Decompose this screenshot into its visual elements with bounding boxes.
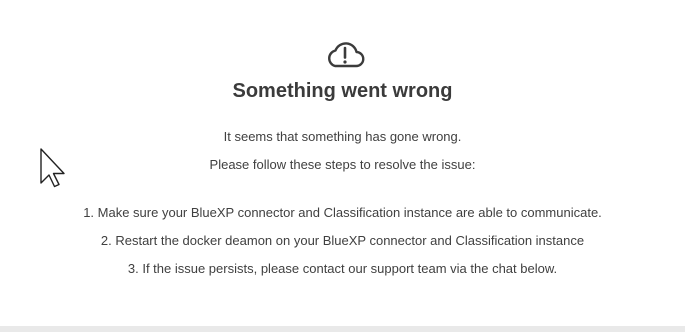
mouse-pointer-icon [40, 148, 65, 188]
error-message-line-1: It seems that something has gone wrong. [223, 129, 462, 144]
resolution-step-1: 1. Make sure your BlueXP connector and C… [83, 205, 602, 220]
cloud-alert-icon [328, 42, 365, 68]
error-title: Something went wrong [232, 80, 453, 102]
bottom-bar [0, 326, 685, 332]
error-message-line-2: Please follow these steps to resolve the… [209, 157, 476, 172]
error-panel: Something went wrong It seems that somet… [0, 0, 685, 326]
resolution-step-2: 2. Restart the docker deamon on your Blu… [100, 233, 585, 248]
resolution-step-3: 3. If the issue persists, please contact… [127, 261, 558, 276]
